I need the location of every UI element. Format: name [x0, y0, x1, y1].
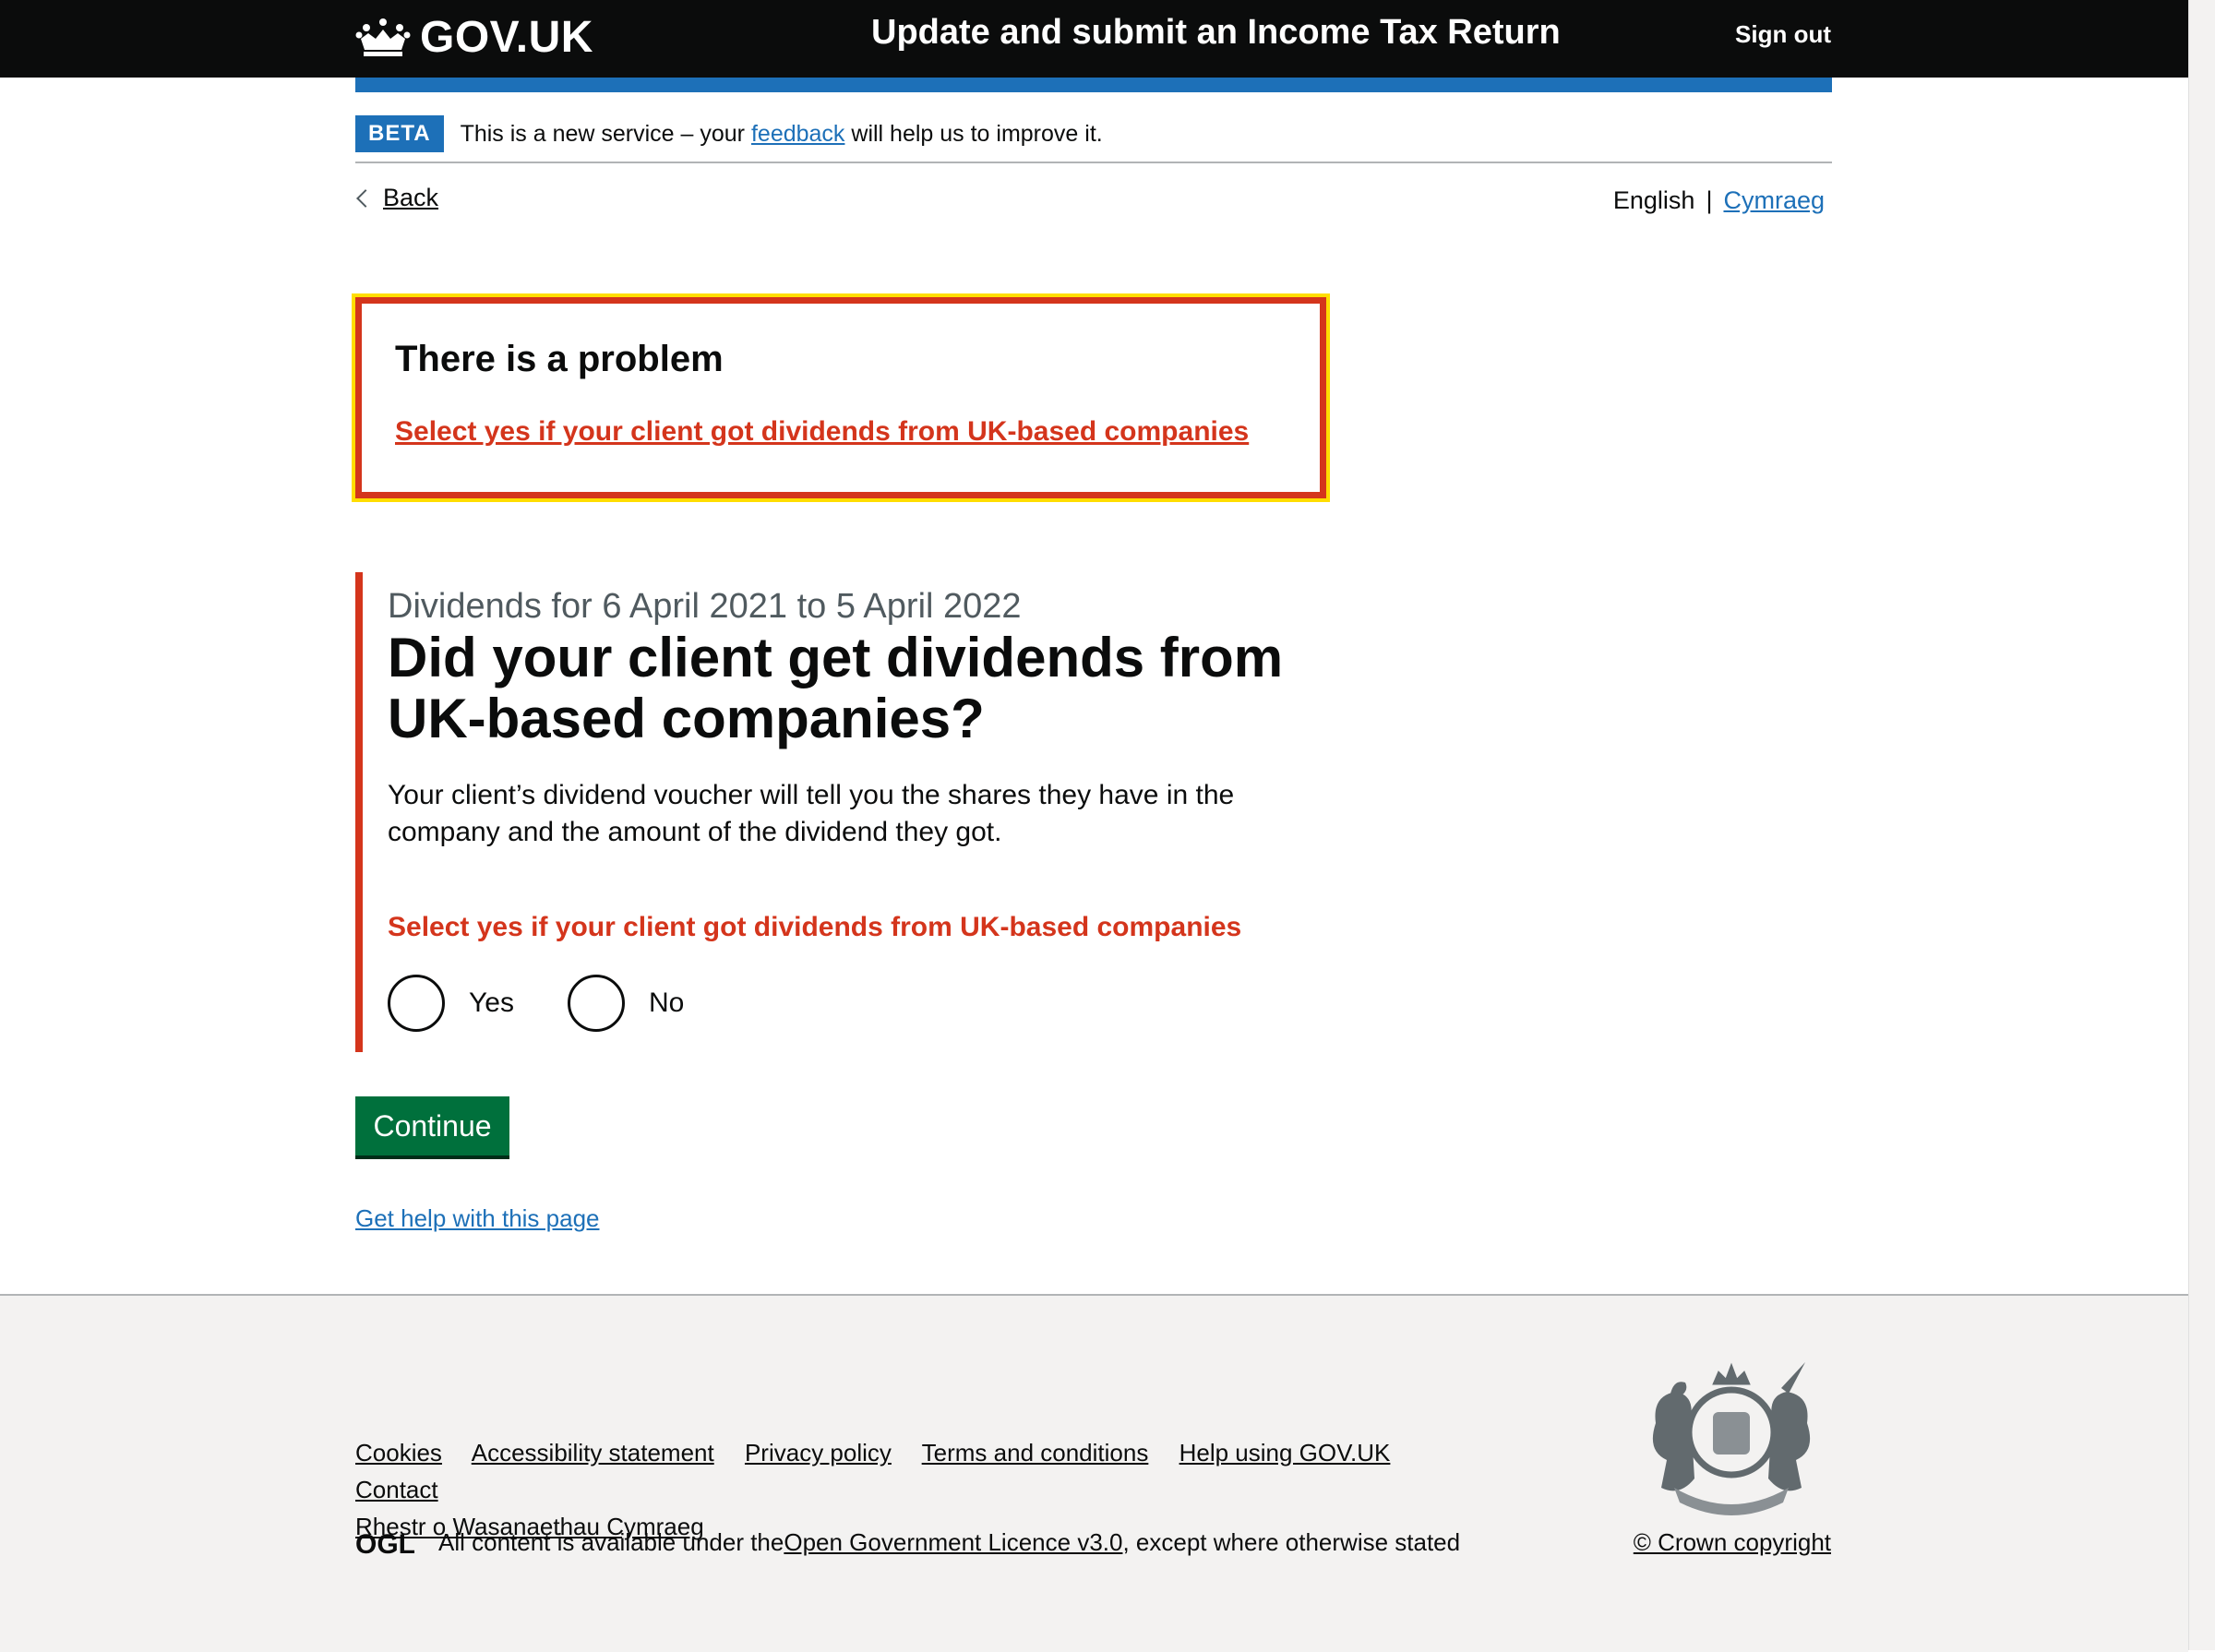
phase-text-before: This is a new service – your: [460, 120, 751, 147]
footer-link-terms[interactable]: Terms and conditions: [922, 1439, 1149, 1466]
question-caption: Dividends for 6 April 2021 to 5 April 20…: [388, 587, 1022, 626]
service-name-link[interactable]: Update and submit an Income Tax Return: [871, 13, 1561, 53]
question-heading: Did your client get dividends from UK-ba…: [388, 627, 1284, 749]
header-blue-bar: [355, 78, 1832, 92]
error-summary-title: There is a problem: [395, 339, 724, 379]
footer-link-contact[interactable]: Contact: [355, 1476, 438, 1503]
phase-banner-text: This is a new service – your feedback wi…: [461, 121, 1103, 148]
royal-coat-of-arms-icon: [1652, 1362, 1811, 1515]
error-summary-link[interactable]: Select yes if your client got dividends …: [395, 416, 1249, 448]
language-separator: |: [1706, 186, 1713, 214]
chevron-left-icon: [356, 188, 375, 208]
back-link-container: Back: [355, 184, 438, 212]
radio-no-label[interactable]: No: [649, 988, 684, 1019]
question-hint: Your client’s dividend voucher will tell…: [388, 780, 1235, 847]
scrollbar-track[interactable]: [2188, 0, 2215, 1650]
licence-link[interactable]: Open Government Licence v3.0: [784, 1528, 1122, 1557]
crown-icon: [355, 18, 411, 56]
error-summary: There is a problem Select yes if your cl…: [352, 293, 1330, 502]
field-error-message: Select yes if your client got dividends …: [388, 912, 1242, 942]
govuk-logo-link[interactable]: GOV.UK: [355, 9, 593, 65]
footer-link-accessibility[interactable]: Accessibility statement: [472, 1439, 714, 1466]
svg-text:OGL: OGL: [355, 1529, 415, 1557]
back-link[interactable]: Back: [383, 184, 438, 212]
language-english: English: [1612, 186, 1695, 214]
licence-text-after: , except where otherwise stated: [1122, 1528, 1461, 1556]
site-header: GOV.UK Update and submit an Income Tax R…: [0, 0, 2188, 78]
sign-out-link[interactable]: Sign out: [1735, 20, 1831, 49]
language-cymraeg-link[interactable]: Cymraeg: [1723, 186, 1825, 215]
radio-no[interactable]: No: [567, 975, 684, 1032]
footer-link-cookies[interactable]: Cookies: [355, 1439, 442, 1466]
footer-link-privacy[interactable]: Privacy policy: [745, 1439, 892, 1466]
get-help-link[interactable]: Get help with this page: [355, 1204, 600, 1233]
radio-yes-label[interactable]: Yes: [469, 988, 514, 1019]
feedback-link[interactable]: feedback: [751, 121, 844, 147]
radio-group: Yes No: [388, 975, 737, 1032]
form-group-error: Dividends for 6 April 2021 to 5 April 20…: [355, 572, 1378, 1052]
phase-text-after: will help us to improve it.: [844, 120, 1103, 147]
footer-link-help[interactable]: Help using GOV.UK: [1179, 1439, 1391, 1466]
radio-yes-circle[interactable]: [388, 975, 445, 1032]
continue-button[interactable]: Continue: [355, 1096, 509, 1155]
radio-yes[interactable]: Yes: [388, 975, 514, 1032]
logo-text: GOV.UK: [420, 12, 593, 62]
licence-text-before: All content is available under the: [438, 1528, 784, 1556]
beta-tag: BETA: [355, 115, 444, 152]
crown-copyright-link[interactable]: © Crown copyright: [1634, 1528, 1831, 1557]
site-footer: Cookies Accessibility statement Privacy …: [0, 1294, 2188, 1652]
radio-no-circle[interactable]: [567, 975, 625, 1032]
language-toggle: English | Cymraeg: [1613, 186, 1825, 215]
phase-banner: BETA This is a new service – your feedba…: [355, 106, 1832, 163]
ogl-logo-icon: OGL: [355, 1529, 415, 1557]
licence-statement: OGL All content is available under the O…: [355, 1528, 1460, 1557]
